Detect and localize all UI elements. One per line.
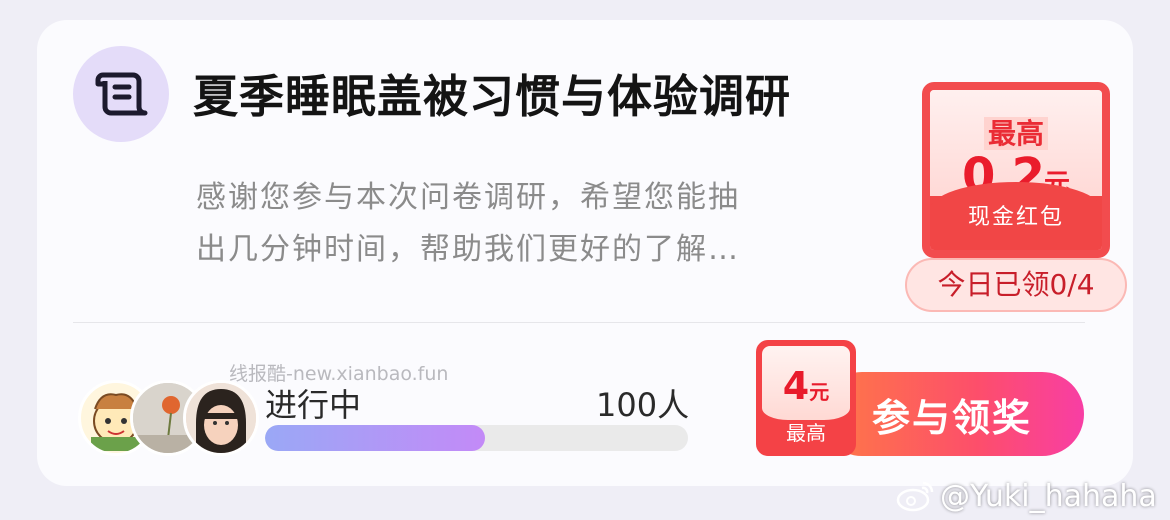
description-line-2: 出几分钟时间，帮助我们更好的了解… [196,232,740,267]
survey-title: 夏季睡眠盖被习惯与体验调研 [193,70,792,123]
avatar [183,380,259,456]
max-reward-tag: 4元 最高 [756,340,856,456]
survey-description: 感谢您参与本次问卷调研，希望您能抽 出几分钟时间，帮助我们更好的了解… [196,172,796,276]
participant-count: 100人 [596,386,690,424]
description-line-1: 感谢您参与本次问卷调研，希望您能抽 [196,180,740,215]
progress-bar [265,425,688,451]
join-and-claim-button[interactable]: 参与领奖 [820,372,1084,456]
survey-status: 进行中 [265,386,362,424]
weibo-logo-icon [896,481,934,512]
join-button-label: 参与领奖 [871,395,1032,440]
progress-fill [265,425,485,451]
scroll-document-icon [95,72,148,116]
max-reward-amount: 4元 [758,364,854,408]
max-reward-label: 最高 [786,421,826,445]
weibo-handle: @Yuki_hahaha [940,478,1157,514]
participant-avatars [78,380,268,460]
survey-icon-circle [73,46,169,142]
cash-reward-badge: 最高 0.2元 现金红包 [922,82,1110,258]
badge-type-label: 现金红包 [967,205,1064,230]
weibo-watermark: @Yuki_hahaha [896,476,1157,516]
divider [73,322,1085,323]
badge-type: 现金红包 [930,182,1102,250]
badge-max-label: 最高 [983,117,1048,150]
claimed-today-pill: 今日已领0/4 [905,258,1127,312]
max-reward-unit: 元 [809,380,830,404]
max-reward-value: 4 [782,364,810,408]
